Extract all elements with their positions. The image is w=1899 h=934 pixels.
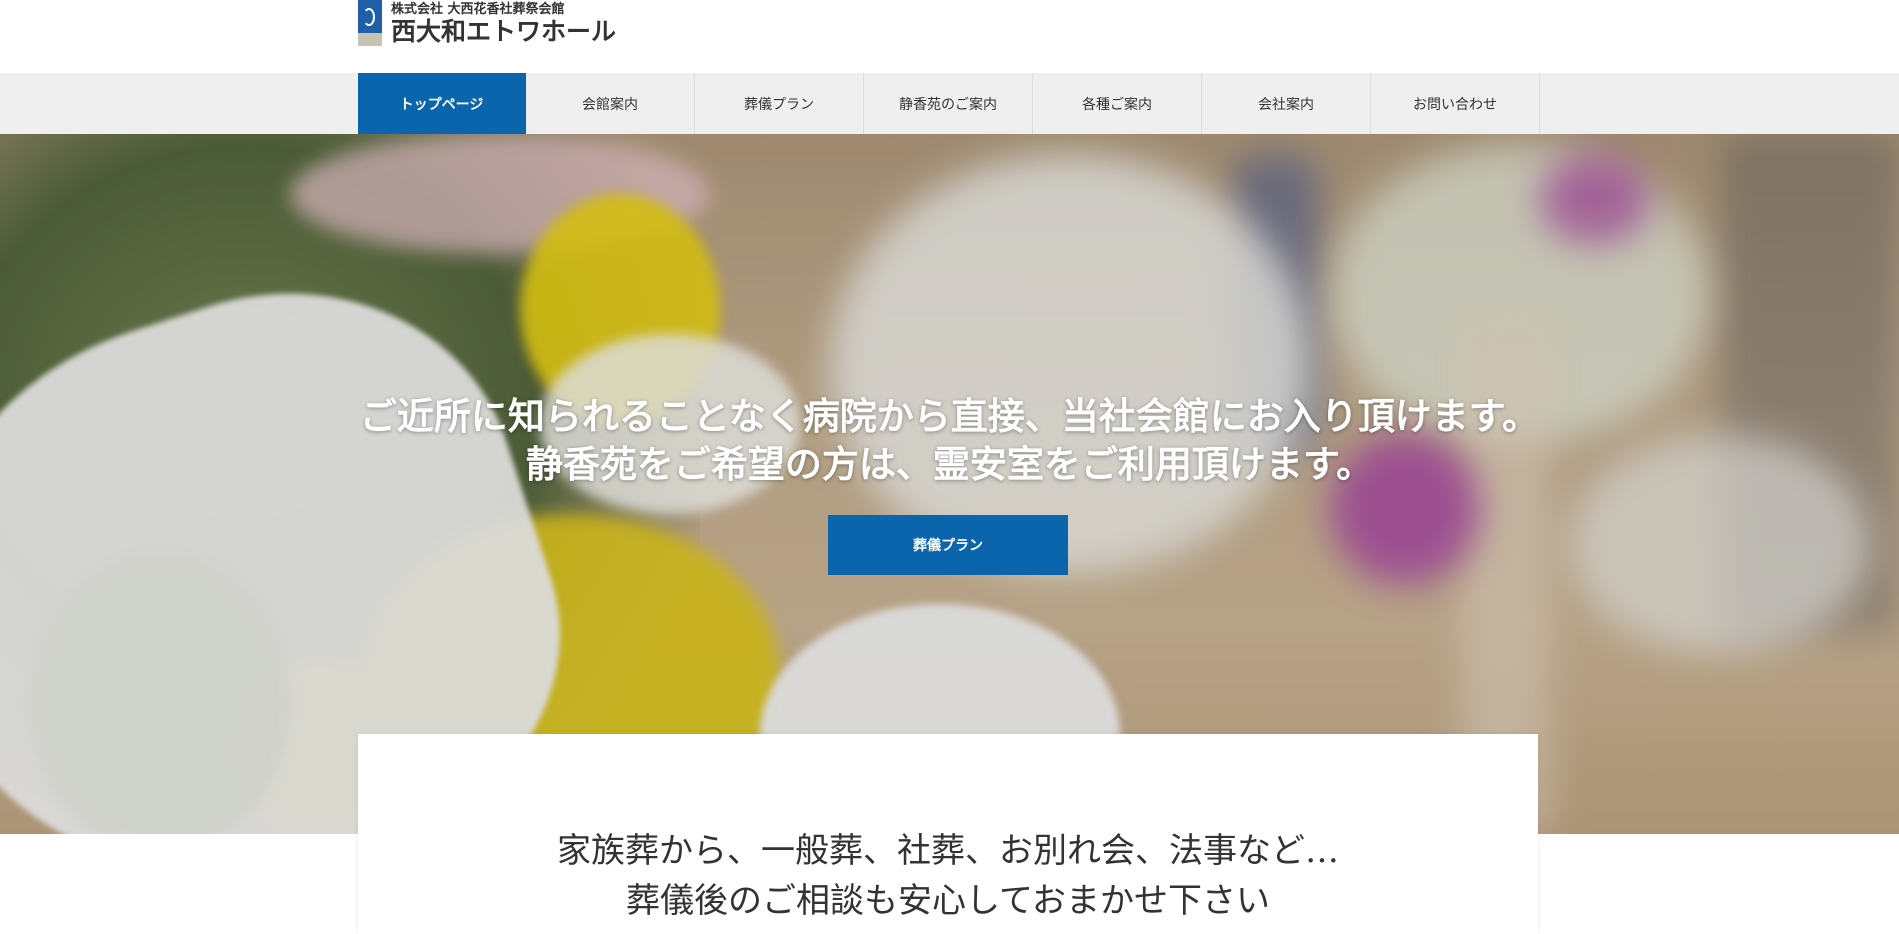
- logo-company-name: 株式会社 大西花香社葬祭会館: [391, 2, 565, 17]
- nav-item-company[interactable]: 会社案内: [1202, 73, 1371, 134]
- site-logo[interactable]: 株式会社 大西花香社葬祭会館 西大和エトワホール: [358, 0, 616, 50]
- nav-item-top[interactable]: トップページ: [358, 73, 526, 134]
- site-header: 株式会社 大西花香社葬祭会館 西大和エトワホール: [0, 0, 1899, 73]
- nav-item-hall-guide[interactable]: 会館案内: [526, 73, 695, 134]
- intro-line-2: 葬儀後のご相談も安心しておまかせ下さい: [626, 881, 1270, 921]
- nav-item-various-info[interactable]: 各種ご案内: [1033, 73, 1202, 134]
- hero-message-line-2: 静香苑をご希望の方は、霊安室をご利用頂けます。: [525, 442, 1374, 486]
- funeral-plan-button[interactable]: 葬儀プラン: [828, 515, 1068, 575]
- nav-item-contact[interactable]: お問い合わせ: [1371, 73, 1540, 134]
- intro-text: 家族葬から、一般葬、社葬、お別れ会、法事など… 葬儀後のご相談も安心しておまかせ…: [358, 826, 1538, 926]
- hero-message-line-1: ご近所に知られることなく病院から直接、当社会館にお入り頂けます。: [359, 394, 1540, 438]
- global-nav: トップページ 会館案内 葬儀プラン 静香苑のご案内 各種ご案内 会社案内 お問い…: [0, 73, 1899, 134]
- logo-mark-icon: [358, 0, 382, 46]
- hero-message: ご近所に知られることなく病院から直接、当社会館にお入り頂けます。 静香苑をご希望…: [0, 392, 1899, 488]
- logo-hall-name: 西大和エトワホール: [391, 17, 617, 46]
- nav-item-funeral-plan[interactable]: 葬儀プラン: [695, 73, 864, 134]
- intro-line-1: 家族葬から、一般葬、社葬、お別れ会、法事など…: [557, 831, 1339, 871]
- nav-item-seikoen[interactable]: 静香苑のご案内: [864, 73, 1033, 134]
- hero-banner: ご近所に知られることなく病院から直接、当社会館にお入り頂けます。 静香苑をご希望…: [0, 134, 1899, 834]
- intro-card: 家族葬から、一般葬、社葬、お別れ会、法事など… 葬儀後のご相談も安心しておまかせ…: [358, 734, 1538, 934]
